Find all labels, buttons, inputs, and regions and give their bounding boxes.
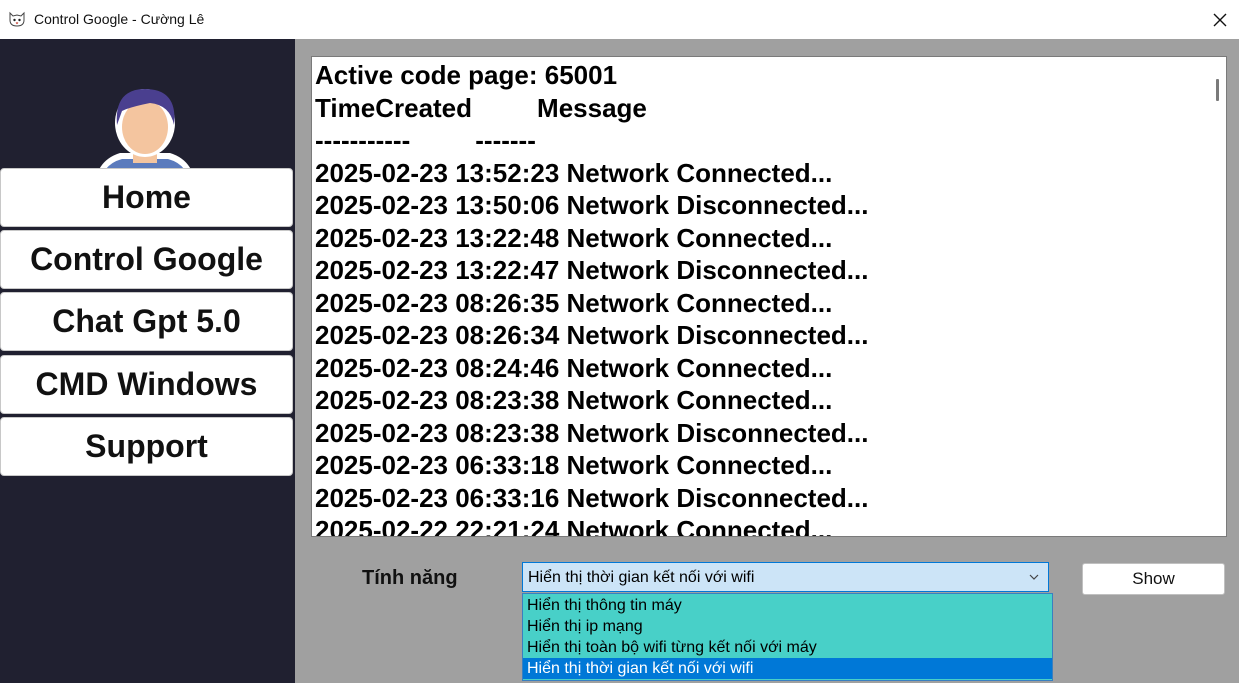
console-line: ----------- ------- xyxy=(315,125,536,155)
close-button[interactable] xyxy=(1206,6,1234,34)
title-bar: Control Google - Cường Lê xyxy=(0,0,1239,39)
console-line: 2025-02-23 13:50:06 Network Disconnected… xyxy=(315,190,869,220)
feature-select[interactable]: Hiển thị thời gian kết nối với wifi xyxy=(522,562,1049,592)
console-line: 2025-02-22 22:21:24 Network Connected... xyxy=(315,515,833,537)
console-line: 2025-02-23 08:24:46 Network Connected... xyxy=(315,352,833,383)
nav-chat-gpt-button[interactable]: Chat Gpt 5.0 xyxy=(0,292,293,351)
console-line: 2025-02-23 13:22:48 Network Connected... xyxy=(315,222,833,253)
feature-label: Tính năng xyxy=(362,567,458,589)
console-line: 2025-02-23 08:23:38 Network Connected... xyxy=(315,385,833,415)
feature-option-selected[interactable]: Hiển thị thời gian kết nối với wifi xyxy=(523,658,1052,679)
show-button[interactable]: Show xyxy=(1082,563,1225,595)
console-line: 2025-02-23 13:22:47 Network Disconnected… xyxy=(315,255,869,285)
nav-control-google-button[interactable]: Control Google xyxy=(0,230,293,289)
console-line: 2025-02-23 08:26:35 Network Connected... xyxy=(315,287,833,318)
vertical-scrollbar[interactable] xyxy=(1209,57,1226,536)
nav-cmd-windows-button[interactable]: CMD Windows xyxy=(0,355,293,414)
cat-icon xyxy=(9,11,25,27)
scrollbar-thumb[interactable] xyxy=(1216,79,1219,101)
feature-dropdown-list: Hiển thị thông tin máy Hiển thị ip mạng … xyxy=(522,593,1053,681)
feature-select-value: Hiển thị thời gian kết nối với wifi xyxy=(528,569,755,586)
nav-home-button[interactable]: Home xyxy=(0,168,293,227)
feature-option[interactable]: Hiển thị ip mạng xyxy=(523,616,1052,637)
console-line: TimeCreated Message xyxy=(315,92,647,123)
console-output[interactable]: Active code page: 65001 TimeCreated Messa… xyxy=(311,56,1227,537)
window-title: Control Google - Cường Lê xyxy=(34,11,205,27)
console-line: 2025-02-23 08:26:34 Network Disconnected… xyxy=(315,320,869,350)
chevron-down-icon xyxy=(1029,574,1039,580)
console-line: 2025-02-23 06:33:18 Network Connected... xyxy=(315,450,833,480)
console-line: Active code page: 65001 xyxy=(315,60,618,90)
console-line: 2025-02-23 08:23:38 Network Disconnected… xyxy=(315,417,869,448)
sidebar: Home Control Google Chat Gpt 5.0 CMD Win… xyxy=(0,39,295,683)
console-line: 2025-02-23 06:33:16 Network Disconnected… xyxy=(315,482,869,513)
feature-option[interactable]: Hiển thị toàn bộ wifi từng kết nối với m… xyxy=(523,637,1052,658)
nav-support-button[interactable]: Support xyxy=(0,417,293,476)
close-icon xyxy=(1213,13,1227,27)
feature-option[interactable]: Hiển thị thông tin máy xyxy=(523,595,1052,616)
console-lines: Active code page: 65001 TimeCreated Messa… xyxy=(315,59,869,537)
console-line: 2025-02-23 13:52:23 Network Connected... xyxy=(315,157,833,188)
